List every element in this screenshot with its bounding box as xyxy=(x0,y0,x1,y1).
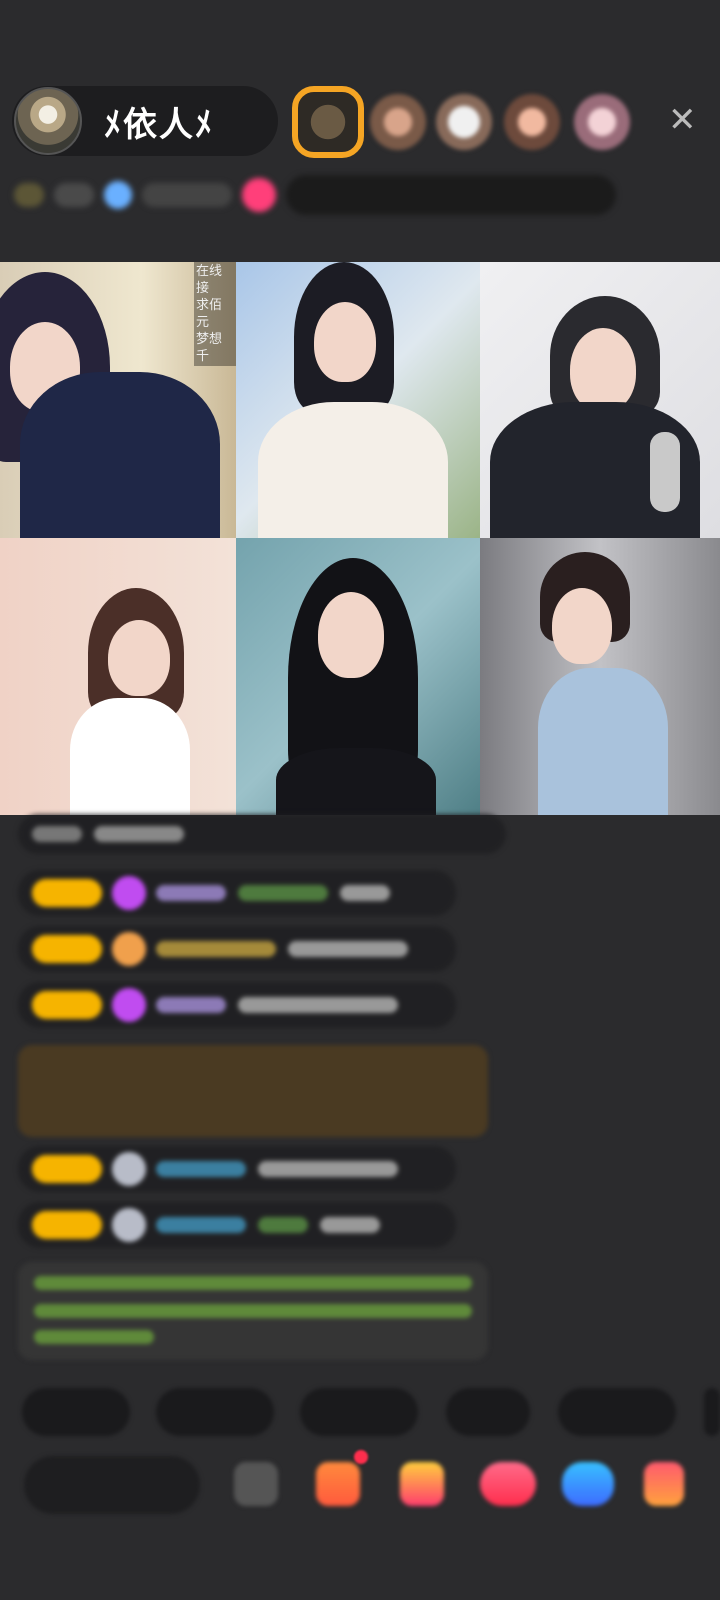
gift-box-icon[interactable] xyxy=(400,1462,444,1506)
chat-input[interactable] xyxy=(24,1456,200,1514)
chat-message xyxy=(18,982,456,1028)
chat-message xyxy=(18,1202,456,1248)
audience-avatar[interactable] xyxy=(504,94,560,150)
emoji-icon[interactable] xyxy=(234,1462,278,1506)
host-avatar[interactable] xyxy=(14,87,82,155)
audience-avatar[interactable] xyxy=(574,94,630,150)
quick-reply-chip[interactable] xyxy=(156,1388,274,1436)
guest-video-tile[interactable] xyxy=(236,538,480,815)
fan-badge-icon xyxy=(112,932,146,966)
tile-overlay-text: 在线接 求佰元 梦想千 xyxy=(194,262,236,366)
room-info-row xyxy=(14,170,616,220)
shop-icon[interactable] xyxy=(316,1462,360,1506)
close-icon[interactable]: ✕ xyxy=(668,100,697,140)
guest-video-tile[interactable] xyxy=(0,538,236,815)
system-notice xyxy=(18,1262,488,1360)
quick-reply-chip[interactable] xyxy=(22,1388,130,1436)
audience-avatar[interactable] xyxy=(436,94,492,150)
chat-message xyxy=(18,1146,456,1192)
level-badge xyxy=(32,935,102,963)
game-icon[interactable] xyxy=(562,1462,614,1506)
host-info-pill[interactable]: ﾒ依人ﾒ xyxy=(12,86,278,156)
multi-guest-video-grid: 在线接 求佰元 梦想千 xyxy=(0,262,720,815)
guest-video-tile[interactable] xyxy=(480,538,720,815)
guest-video-tile[interactable] xyxy=(236,262,480,538)
quick-reply-chip[interactable] xyxy=(300,1388,418,1436)
guest-video-tile[interactable] xyxy=(480,262,720,538)
level-badge xyxy=(32,991,102,1019)
audience-avatar-top[interactable] xyxy=(292,86,364,158)
audience-avatar[interactable] xyxy=(370,94,426,150)
system-message xyxy=(18,1045,488,1137)
chat-message xyxy=(18,814,506,854)
microphone xyxy=(650,432,680,512)
diamond-icon xyxy=(112,876,146,910)
chat-message xyxy=(18,926,456,972)
notification-dot xyxy=(354,1450,368,1464)
chat-message xyxy=(18,870,456,916)
level-badge xyxy=(32,1155,102,1183)
quick-reply-chip[interactable] xyxy=(704,1388,720,1436)
quick-reply-chip[interactable] xyxy=(558,1388,676,1436)
user-avatar-icon xyxy=(112,1208,146,1242)
diamond-icon xyxy=(112,988,146,1022)
interaction-icon[interactable] xyxy=(480,1462,536,1506)
level-badge xyxy=(32,879,102,907)
user-avatar-icon xyxy=(112,1152,146,1186)
gift-icon[interactable] xyxy=(242,178,276,212)
level-badge xyxy=(32,1211,102,1239)
host-name: ﾒ依人ﾒ xyxy=(104,104,214,145)
guest-video-tile[interactable]: 在线接 求佰元 梦想千 xyxy=(0,262,236,538)
quick-reply-chip[interactable] xyxy=(446,1388,530,1436)
gift-icon[interactable] xyxy=(644,1462,684,1506)
